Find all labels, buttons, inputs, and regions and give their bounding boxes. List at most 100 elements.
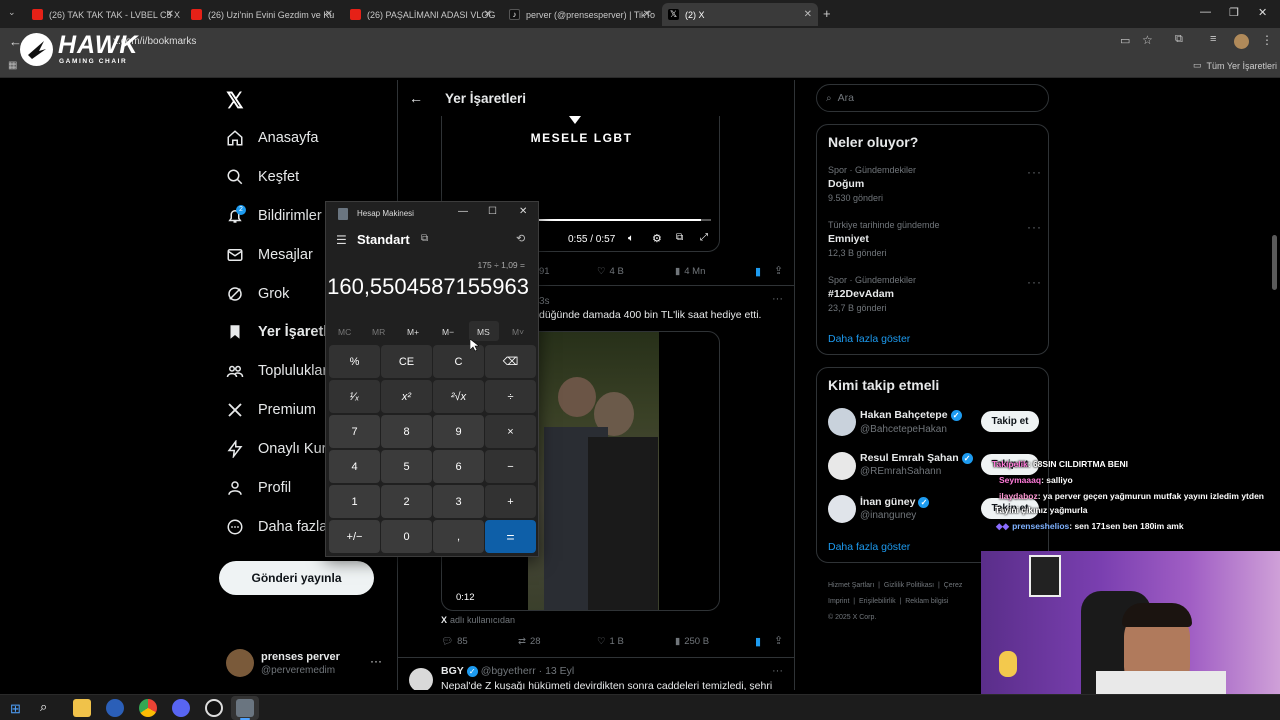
digit-6-button[interactable]: 6 xyxy=(433,450,484,483)
reply-stat[interactable]: 💬︎ 85 xyxy=(441,636,468,647)
subtract-button[interactable]: − xyxy=(485,450,536,483)
like-stat[interactable]: ♡ 1 B xyxy=(597,636,624,647)
profile-avatar-icon[interactable] xyxy=(1234,34,1249,49)
memory-add-button[interactable]: M+ xyxy=(407,327,419,337)
menu-kebab-icon[interactable]: ⋮ xyxy=(1261,33,1273,47)
share-icon[interactable]: ⇪ xyxy=(774,264,783,277)
trend-more-icon[interactable]: ··· xyxy=(1027,220,1042,234)
follow-name[interactable]: Hakan Bahçetepe ✓ xyxy=(860,409,962,421)
follow-button[interactable]: Takip et xyxy=(981,411,1039,432)
close-icon[interactable]: ✕ xyxy=(643,9,651,20)
tab-search-chevron-icon[interactable]: ⌄ xyxy=(8,7,16,18)
digit-1-button[interactable]: 1 xyxy=(329,485,380,518)
clear-entry-button[interactable]: CE xyxy=(381,345,432,378)
digit-2-button[interactable]: 2 xyxy=(381,485,432,518)
follow-show-more-link[interactable]: Daha fazla göster xyxy=(828,541,910,553)
bookmark-filled-icon[interactable]: ▮ xyxy=(755,265,761,278)
post-button[interactable]: Gönderi yayınla xyxy=(219,561,374,595)
close-icon[interactable]: ✕ xyxy=(325,9,333,20)
minimize-button[interactable]: — xyxy=(1200,6,1211,18)
browser-tab[interactable]: (26) TAK TAK TAK - LVBEL C5 X ✕ xyxy=(26,3,180,26)
footer-link[interactable]: Hizmet Şartları xyxy=(828,582,874,589)
add-button[interactable]: + xyxy=(485,485,536,518)
repost-stat[interactable]: ⇄ 28 xyxy=(518,636,541,647)
digit-0-button[interactable]: 0 xyxy=(381,520,432,553)
backspace-button[interactable]: ⌫ xyxy=(485,345,536,378)
trend-item[interactable]: Spor · Gündemdekiler Doğum 9.530 gönderi xyxy=(828,165,916,203)
avatar[interactable] xyxy=(828,495,856,523)
footer-link[interactable]: Imprint xyxy=(828,598,849,605)
browser-tab-active[interactable]: 𝕏 (2) X ✕ xyxy=(662,3,818,26)
post-more-icon[interactable]: ··· xyxy=(772,665,783,677)
square-button[interactable]: x² xyxy=(381,380,432,413)
browser-tab[interactable]: (26) PAŞALİMANI ADASI VLOG ✕ xyxy=(344,3,498,26)
share-icon[interactable]: ⇪ xyxy=(774,634,783,647)
post-more-icon[interactable]: ··· xyxy=(772,293,783,305)
nav-premium[interactable]: Premium xyxy=(226,395,316,425)
footer-link[interactable]: Erişilebilirlik xyxy=(859,598,896,605)
restore-button[interactable]: ❐ xyxy=(1229,6,1239,19)
reciprocal-button[interactable]: ¹⁄ₓ xyxy=(329,380,380,413)
x-logo-icon[interactable]: 𝕏 xyxy=(226,88,244,114)
views-stat[interactable]: ▮ 4 Mn xyxy=(675,266,705,277)
memory-list-button[interactable]: M˅ xyxy=(512,327,524,337)
footer-link[interactable]: Reklam bilgisi xyxy=(905,598,948,605)
app-icon[interactable] xyxy=(106,699,124,717)
media-icon[interactable]: ≡ xyxy=(1210,33,1216,45)
memory-subtract-button[interactable]: M− xyxy=(442,327,454,337)
bookmark-filled-icon[interactable]: ▮ xyxy=(755,635,761,648)
search-icon[interactable]: ⌕ xyxy=(40,699,47,715)
nav-profile[interactable]: Profil xyxy=(226,473,291,503)
pip-icon[interactable]: ⧉ xyxy=(676,232,683,243)
back-arrow-icon[interactable]: ← xyxy=(409,90,423,106)
digit-5-button[interactable]: 5 xyxy=(381,450,432,483)
window-close-button[interactable]: ✕ xyxy=(1258,6,1267,19)
trend-item[interactable]: Türkiye tarihinde gündemde Emniyet 12,3 … xyxy=(828,220,940,258)
nav-grok[interactable]: Grok xyxy=(226,279,289,309)
digit-9-button[interactable]: 9 xyxy=(433,415,484,448)
follow-name[interactable]: İnan güney ✓ xyxy=(860,496,930,508)
close-icon[interactable]: ✕ xyxy=(804,9,812,20)
nav-more[interactable]: Daha fazla xyxy=(226,512,327,542)
calc-minimize-button[interactable]: — xyxy=(458,206,468,217)
trend-item[interactable]: Spor · Gündemdekiler #12DevAdam 23,7 B g… xyxy=(828,275,916,313)
account-name[interactable]: prenses perver xyxy=(261,651,340,663)
footer-link[interactable]: Çerez xyxy=(944,582,963,589)
footer-link[interactable]: Gizlilik Politikası xyxy=(884,582,934,589)
discord-icon[interactable] xyxy=(172,699,190,717)
page-scrollbar[interactable] xyxy=(1272,235,1277,290)
calc-maximize-button[interactable]: ☐ xyxy=(488,206,497,217)
trend-more-icon[interactable]: ··· xyxy=(1027,275,1042,289)
all-bookmarks-folder[interactable]: ▭ Tüm Yer İşaretleri xyxy=(1193,60,1277,71)
avatar[interactable] xyxy=(828,408,856,436)
percent-button[interactable]: % xyxy=(329,345,380,378)
close-icon[interactable]: ✕ xyxy=(484,9,492,20)
browser-tab[interactable]: ♪ perver (@prensesperver) | TikTo ✕ xyxy=(503,3,657,26)
follow-name[interactable]: Resul Emrah Şahan ✓ xyxy=(860,452,973,464)
multiply-button[interactable]: × xyxy=(485,415,536,448)
keep-on-top-icon[interactable]: ⧉ xyxy=(421,233,428,244)
account-avatar[interactable] xyxy=(226,649,254,677)
like-stat[interactable]: ♡ 4 B xyxy=(597,266,624,277)
apps-grid-icon[interactable]: ▦ xyxy=(8,60,17,71)
volume-icon[interactable]: 🔈︎ xyxy=(628,233,634,244)
avatar[interactable] xyxy=(409,668,433,690)
cast-icon[interactable]: ▭ xyxy=(1120,34,1130,47)
author-name[interactable]: BGY xyxy=(441,665,464,677)
avatar[interactable] xyxy=(828,452,856,480)
extensions-icon[interactable]: ⧉ xyxy=(1175,33,1183,46)
windows-start-icon[interactable]: ⊞ xyxy=(10,701,21,717)
new-tab-button[interactable]: + xyxy=(823,6,831,21)
history-icon[interactable]: ⟲ xyxy=(516,232,525,245)
equals-button[interactable]: = xyxy=(485,520,536,553)
digit-3-button[interactable]: 3 xyxy=(433,485,484,518)
post-stat-partial[interactable]: 91 xyxy=(539,266,550,277)
obs-icon[interactable] xyxy=(205,699,223,717)
views-stat[interactable]: ▮ 250 B xyxy=(675,636,709,647)
trends-show-more-link[interactable]: Daha fazla göster xyxy=(828,333,910,345)
memory-recall-button[interactable]: MR xyxy=(372,327,385,337)
nav-communities[interactable]: Topluluklar xyxy=(226,356,327,386)
trend-more-icon[interactable]: ··· xyxy=(1027,165,1042,179)
negate-button[interactable]: +/− xyxy=(329,520,380,553)
close-icon[interactable]: ✕ xyxy=(166,9,174,20)
